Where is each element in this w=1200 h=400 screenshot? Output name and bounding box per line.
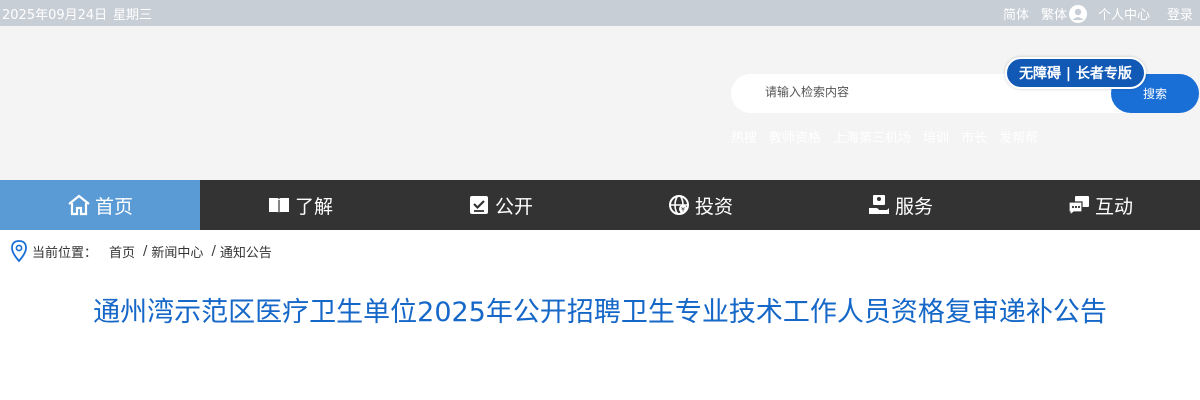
globe-icon: ¥ (667, 193, 691, 217)
hot-word-link[interactable]: 市长 (961, 127, 987, 146)
nav-item-label: 首页 (94, 195, 133, 218)
breadcrumb: 当前位置： 首页 / 新闻中心 / 通知公告 (10, 240, 272, 263)
hot-word-link[interactable]: 发帮帮 (999, 127, 1038, 146)
home-icon (67, 193, 91, 217)
nav-item-label: 互动 (1094, 195, 1133, 218)
breadcrumb-label: 当前位置： (32, 245, 98, 261)
hot-word-label: 热搜 (731, 131, 758, 146)
traditional-chinese-link[interactable]: 繁体 (1041, 4, 1067, 23)
breadcrumb-notice-link[interactable]: 通知公告 (220, 242, 272, 261)
book-icon (267, 193, 291, 217)
user-center-link[interactable]: 个人中心 (1098, 4, 1150, 23)
user-avatar-icon[interactable] (1068, 4, 1088, 24)
hot-word-link[interactable]: 培训 (923, 127, 949, 146)
nav-item-label: 公开 (494, 195, 533, 218)
current-date: 2025年09月24日 (2, 8, 108, 23)
nav-item-home[interactable]: 首页 (0, 180, 200, 230)
article-title: 通州湾示范区医疗卫生单位2025年公开招聘卫生专业技术工作人员资格复审递补公告 (93, 297, 1107, 328)
nav-item-label: 服务 (894, 195, 933, 218)
location-pin-icon (10, 240, 28, 263)
site-header: 搜索 无障碍 | 长者专版 热搜 教师资格 上海第三机场 培训 市长 发帮帮 (0, 26, 1200, 180)
current-weekday: 星期三 (113, 8, 153, 23)
svg-text:¥: ¥ (681, 207, 685, 214)
nav-item-label: 了解 (294, 195, 333, 218)
accessibility-button[interactable]: 无障碍 | 长者专版 (1005, 57, 1146, 89)
login-link[interactable]: 登录 (1167, 4, 1193, 23)
top-bar: 2025年09月24日 星期三 简体 繁体 个人中心 登录 (0, 0, 1200, 26)
hot-word-link[interactable]: 教师资格 (769, 127, 821, 146)
breadcrumb-news-link[interactable]: 新闻中心 (151, 242, 203, 261)
nav-item-interact[interactable]: 互动 (1000, 180, 1200, 230)
check-board-icon (467, 193, 491, 217)
breadcrumb-separator: / (211, 243, 216, 259)
simplified-chinese-link[interactable]: 简体 (1003, 4, 1029, 23)
hot-search-words: 热搜 教师资格 上海第三机场 培训 市长 发帮帮 (731, 127, 1050, 146)
nav-item-label: 投资 (694, 195, 733, 218)
nav-item-invest[interactable]: ¥ 投资 (600, 180, 800, 230)
nav-item-service[interactable]: 服务 (800, 180, 1000, 230)
nav-item-about[interactable]: 了解 (200, 180, 400, 230)
breadcrumb-home-link[interactable]: 首页 (109, 242, 135, 261)
breadcrumb-separator: / (143, 243, 148, 259)
main-nav: 首页 了解 公开 ¥ 投资 服务 互动 (0, 180, 1200, 230)
hand-service-icon (867, 193, 891, 217)
nav-item-open[interactable]: 公开 (400, 180, 600, 230)
chat-icon (1067, 193, 1091, 217)
hot-word-link[interactable]: 上海第三机场 (833, 127, 911, 146)
